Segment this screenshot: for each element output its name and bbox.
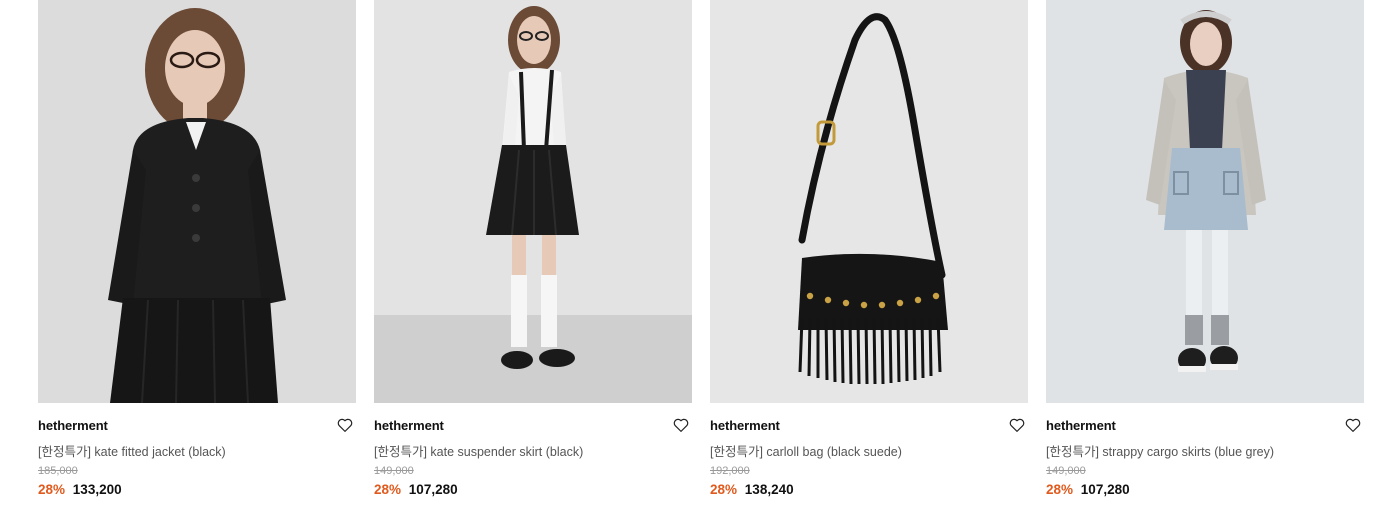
price-row: 28% 133,200 <box>38 482 356 499</box>
price-row: 28% 138,240 <box>710 482 1028 499</box>
original-price: 149,000 <box>1046 465 1086 477</box>
original-price: 192,000 <box>710 465 750 477</box>
product-image[interactable] <box>374 0 692 403</box>
product-name[interactable]: [한정특가] carloll bag (black suede) <box>710 441 1028 459</box>
price-row: 28% 107,280 <box>1046 482 1364 499</box>
sale-price: 133,200 <box>72 482 122 497</box>
sale-price: 107,280 <box>1080 482 1130 497</box>
product-name[interactable]: [한정특가] strappy cargo skirts (blue grey) <box>1046 441 1364 459</box>
discount-rate: 28% <box>1046 482 1074 497</box>
product-photo-bag <box>710 0 1028 403</box>
discount-rate: 28% <box>710 482 738 497</box>
brand-name[interactable]: hetherment <box>38 418 108 433</box>
discount-rate: 28% <box>374 482 402 497</box>
sale-price: 138,240 <box>744 482 794 497</box>
brand-name[interactable]: hetherment <box>710 418 780 433</box>
product-name[interactable]: [한정특가] kate suspender skirt (black) <box>374 441 692 459</box>
product-photo-skirt <box>374 0 692 403</box>
heart-outline-icon[interactable] <box>1008 416 1026 434</box>
brand-row: hetherment <box>374 417 692 433</box>
product-name[interactable]: [한정특가] kate fitted jacket (black) <box>38 441 356 459</box>
product-card[interactable]: hetherment [한정특가] carloll bag (black sue… <box>710 0 1028 499</box>
heart-outline-icon[interactable] <box>336 416 354 434</box>
original-price: 185,000 <box>38 465 78 477</box>
product-image[interactable] <box>1046 0 1364 403</box>
product-image[interactable] <box>710 0 1028 403</box>
product-image[interactable] <box>38 0 356 403</box>
product-photo-cargo-skirt <box>1046 0 1364 403</box>
product-card[interactable]: hetherment [한정특가] strappy cargo skirts (… <box>1046 0 1364 499</box>
product-photo-jacket <box>38 0 356 403</box>
heart-outline-icon[interactable] <box>672 416 690 434</box>
sale-price: 107,280 <box>408 482 458 497</box>
product-card[interactable]: hetherment [한정특가] kate suspender skirt (… <box>374 0 692 499</box>
original-price: 149,000 <box>374 465 414 477</box>
product-card[interactable]: hetherment [한정특가] kate fitted jacket (bl… <box>38 0 356 499</box>
brand-row: hetherment <box>710 417 1028 433</box>
heart-outline-icon[interactable] <box>1344 416 1362 434</box>
product-grid: hetherment [한정특가] kate fitted jacket (bl… <box>38 0 1364 499</box>
discount-rate: 28% <box>38 482 66 497</box>
brand-name[interactable]: hetherment <box>374 418 444 433</box>
brand-row: hetherment <box>38 417 356 433</box>
price-row: 28% 107,280 <box>374 482 692 499</box>
brand-name[interactable]: hetherment <box>1046 418 1116 433</box>
brand-row: hetherment <box>1046 417 1364 433</box>
